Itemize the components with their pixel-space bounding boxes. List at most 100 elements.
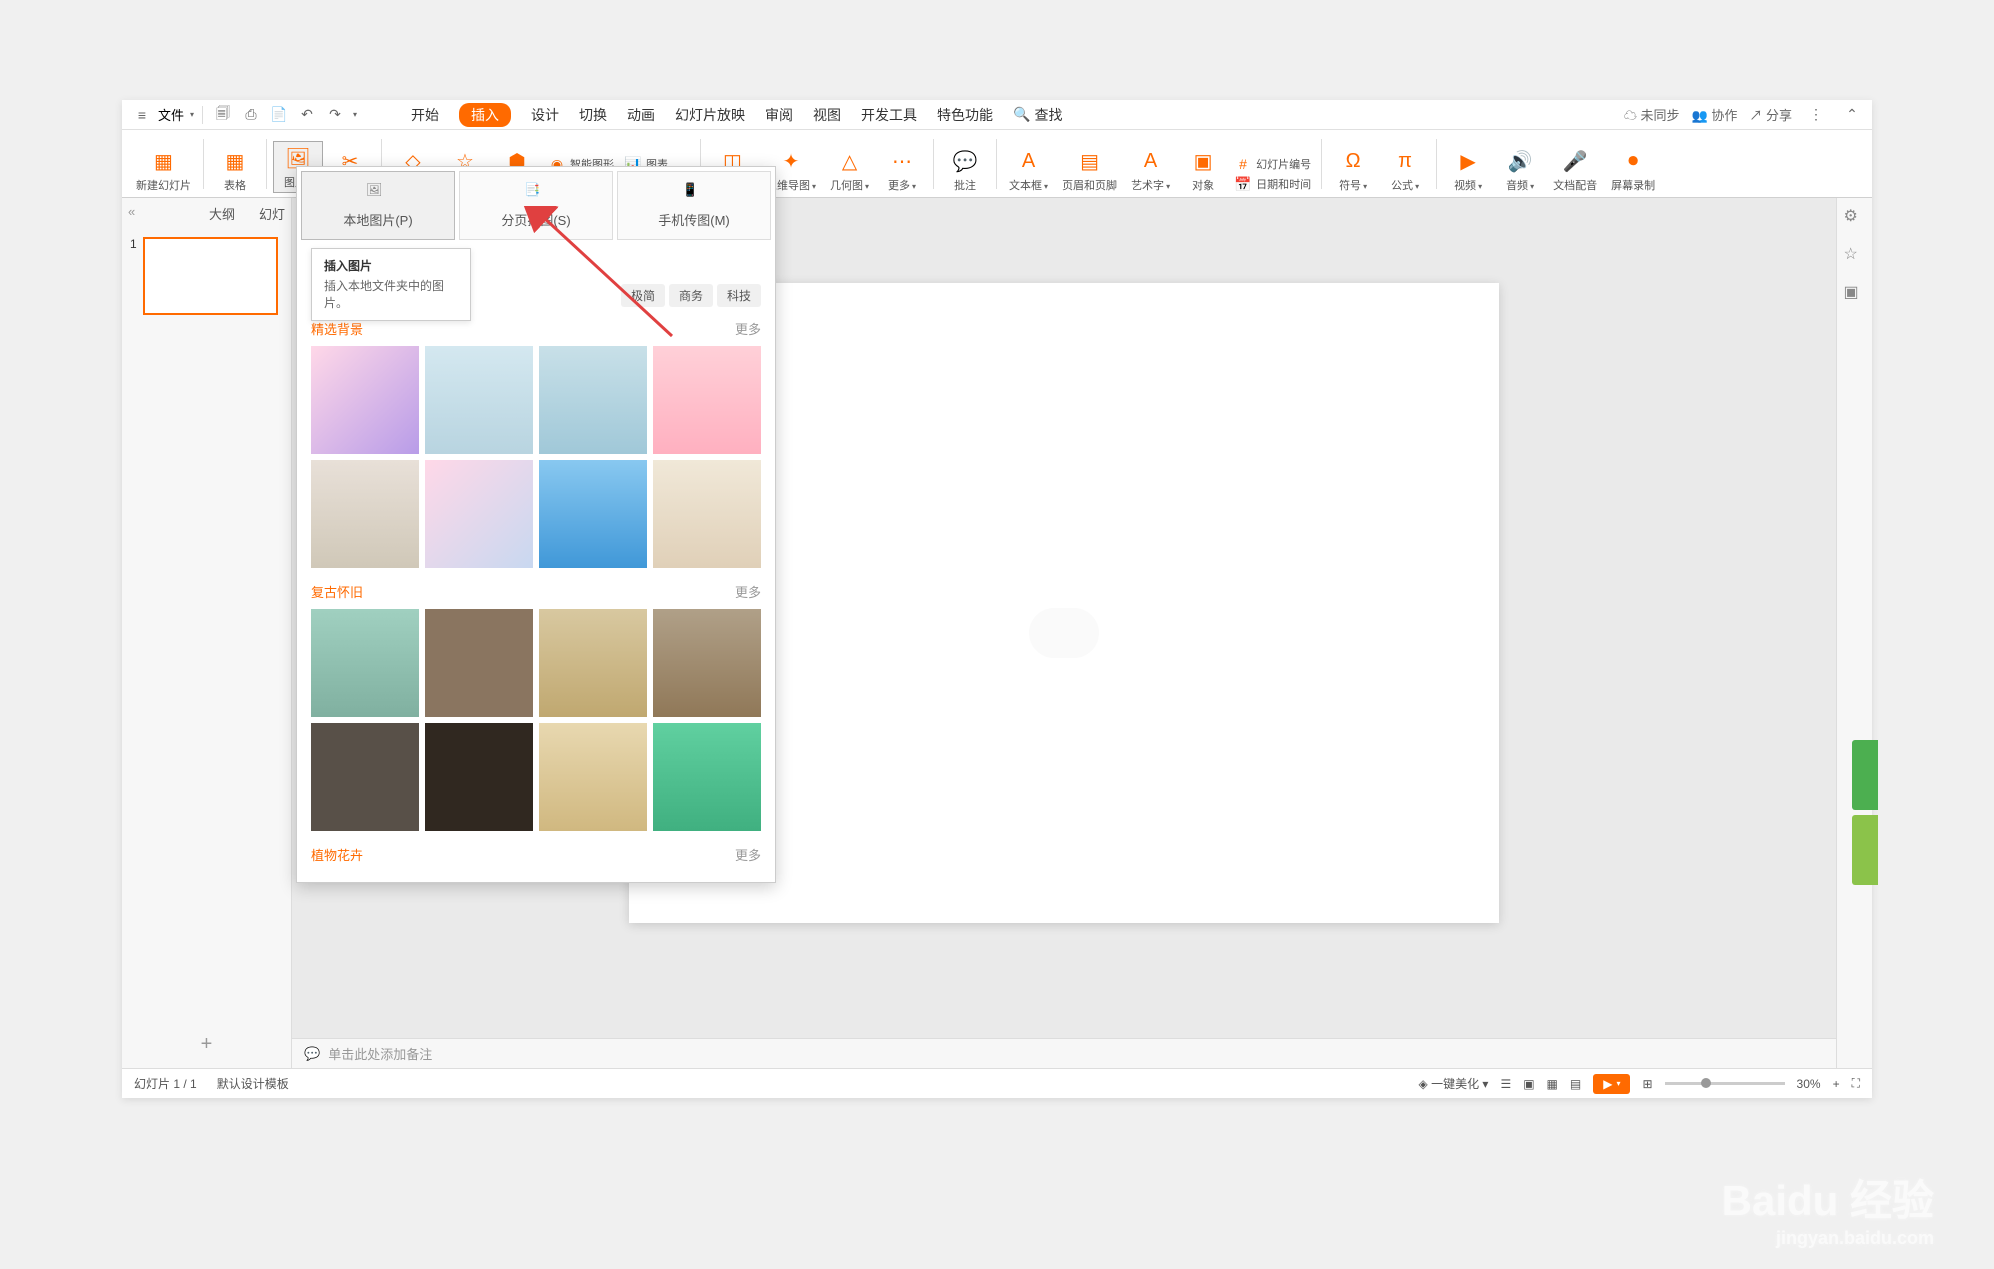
top-right-actions: ☁ 未同步 👥 协作 ↗ 分享 ⋮ ⌃: [1624, 103, 1864, 127]
save-icon[interactable]: 🗐: [211, 103, 235, 127]
slidenum-button[interactable]: #幻灯片编号: [1234, 155, 1311, 173]
tab-animation[interactable]: 动画: [627, 105, 655, 125]
chevron-down-icon[interactable]: ▾: [190, 110, 194, 119]
section-plants-more[interactable]: 更多: [735, 845, 761, 864]
background-thumb[interactable]: [653, 723, 761, 831]
settings-icon[interactable]: ⚙: [1844, 206, 1866, 228]
local-image-tab[interactable]: 🖼 本地图片(P): [301, 171, 455, 240]
zoom-level[interactable]: 30%: [1797, 1077, 1821, 1091]
table-button[interactable]: ▦ 表格: [210, 147, 260, 193]
textbox-button[interactable]: A 文本框▾: [1003, 147, 1054, 193]
tab-view[interactable]: 视图: [813, 105, 841, 125]
section-featured-more[interactable]: 更多: [735, 319, 761, 338]
background-thumb[interactable]: [425, 723, 533, 831]
phone-image-tab[interactable]: 📱 手机传图(M): [617, 171, 771, 240]
view-grid-icon[interactable]: ▦: [1547, 1077, 1558, 1091]
video-button[interactable]: ▶ 视频▾: [1443, 147, 1493, 193]
background-thumb[interactable]: [539, 460, 647, 568]
share-button[interactable]: ↗ 分享: [1749, 105, 1792, 124]
background-thumb[interactable]: [425, 346, 533, 454]
notes-bar[interactable]: 💬 单击此处添加备注: [292, 1038, 1836, 1068]
background-thumb[interactable]: [539, 723, 647, 831]
tab-design[interactable]: 设计: [531, 105, 559, 125]
audio-button[interactable]: 🔊 音频▾: [1495, 147, 1545, 193]
filter-chip-business[interactable]: 商务: [669, 284, 713, 307]
fullscreen-icon[interactable]: ⛶: [1852, 1076, 1860, 1091]
datetime-icon: 📅: [1234, 175, 1252, 193]
tts-icon: 🎤: [1561, 147, 1589, 175]
wordart-button[interactable]: A 艺术字▾: [1125, 147, 1176, 193]
view-reading-icon[interactable]: ▤: [1570, 1077, 1581, 1091]
tab-transition[interactable]: 切换: [579, 105, 607, 125]
background-thumb[interactable]: [425, 460, 533, 568]
tab-slideshow[interactable]: 幻灯片放映: [675, 105, 745, 125]
view-list-icon[interactable]: ☰: [1500, 1077, 1511, 1091]
more-icon[interactable]: ⋮: [1804, 103, 1828, 127]
collab-button[interactable]: 👥 协作: [1692, 105, 1738, 124]
tab-review[interactable]: 审阅: [765, 105, 793, 125]
background-thumb[interactable]: [311, 346, 419, 454]
notes-placeholder: 单击此处添加备注: [328, 1044, 432, 1063]
slide-thumb-1[interactable]: 1: [130, 237, 283, 315]
outline-tab[interactable]: 大纲: [209, 204, 235, 223]
redo-icon[interactable]: ↷: [323, 103, 347, 127]
new-slide-button[interactable]: ▦ 新建幻灯片: [130, 147, 197, 193]
zoom-fit-icon[interactable]: ⊞: [1642, 1077, 1652, 1091]
formula-button[interactable]: π 公式▾: [1380, 147, 1430, 193]
geometry-button[interactable]: △ 几何图▾: [824, 147, 875, 193]
beautify-button[interactable]: ◈ 一键美化 ▾: [1419, 1075, 1489, 1092]
preview-icon[interactable]: 📄: [267, 103, 291, 127]
tab-special[interactable]: 特色功能: [937, 105, 993, 125]
paged-image-tab[interactable]: 📑 分页插图(S): [459, 171, 613, 240]
panel-collapse-icon[interactable]: «: [128, 204, 135, 223]
star-icon[interactable]: ☆: [1844, 244, 1866, 266]
background-thumb[interactable]: [539, 609, 647, 717]
wordart-icon: A: [1137, 147, 1165, 175]
datetime-button[interactable]: 📅日期和时间: [1234, 175, 1311, 193]
print-icon[interactable]: ⎙: [239, 103, 263, 127]
search-button[interactable]: 🔍 查找: [1013, 105, 1062, 125]
play-button[interactable]: ▶ ▾: [1593, 1074, 1630, 1094]
sync-status[interactable]: ☁ 未同步: [1624, 105, 1680, 124]
tab-start[interactable]: 开始: [411, 105, 439, 125]
background-thumb[interactable]: [539, 346, 647, 454]
background-thumb[interactable]: [311, 609, 419, 717]
phone-image-icon: 📱: [682, 182, 706, 206]
screenrec-button[interactable]: ⏺ 屏幕录制: [1605, 147, 1661, 193]
section-vintage-more[interactable]: 更多: [735, 582, 761, 601]
comment-button[interactable]: 💬 批注: [940, 147, 990, 193]
local-image-label: 本地图片(P): [343, 210, 412, 229]
background-thumb[interactable]: [311, 723, 419, 831]
filter-chip-tech[interactable]: 科技: [717, 284, 761, 307]
side-tab-green[interactable]: [1852, 740, 1878, 810]
slides-tab[interactable]: 幻灯: [259, 204, 285, 223]
undo-icon[interactable]: ↶: [295, 103, 319, 127]
background-thumb[interactable]: [653, 460, 761, 568]
background-thumb[interactable]: [653, 346, 761, 454]
more-button[interactable]: ⋯ 更多▾: [877, 147, 927, 193]
symbol-button[interactable]: Ω 符号▾: [1328, 147, 1378, 193]
headerfooter-button[interactable]: ▤ 页眉和页脚: [1056, 147, 1123, 193]
layers-icon[interactable]: ▣: [1844, 282, 1866, 304]
object-button[interactable]: ▣ 对象: [1178, 147, 1228, 193]
file-menu[interactable]: 文件: [158, 105, 184, 124]
background-thumb[interactable]: [311, 460, 419, 568]
collapse-icon[interactable]: ⌃: [1840, 103, 1864, 127]
background-thumb[interactable]: [425, 609, 533, 717]
add-slide-button[interactable]: +: [122, 1021, 291, 1068]
zoom-in-icon[interactable]: +: [1833, 1077, 1840, 1091]
side-tab-green2[interactable]: [1852, 815, 1878, 885]
search-icon: 🔍: [1013, 106, 1030, 123]
filter-chip-minimal[interactable]: 极简: [621, 284, 665, 307]
chevron-down-icon[interactable]: ▾: [353, 110, 357, 119]
formula-icon: π: [1391, 147, 1419, 175]
tab-dev[interactable]: 开发工具: [861, 105, 917, 125]
zoom-slider[interactable]: [1665, 1082, 1785, 1085]
hamburger-icon[interactable]: ≡: [130, 103, 154, 127]
tts-button[interactable]: 🎤 文档配音: [1547, 147, 1603, 193]
paged-image-label: 分页插图(S): [501, 210, 570, 229]
canvas-placeholder: [1029, 608, 1099, 658]
tab-insert[interactable]: 插入: [459, 103, 511, 127]
background-thumb[interactable]: [653, 609, 761, 717]
view-normal-icon[interactable]: ▣: [1523, 1077, 1534, 1091]
